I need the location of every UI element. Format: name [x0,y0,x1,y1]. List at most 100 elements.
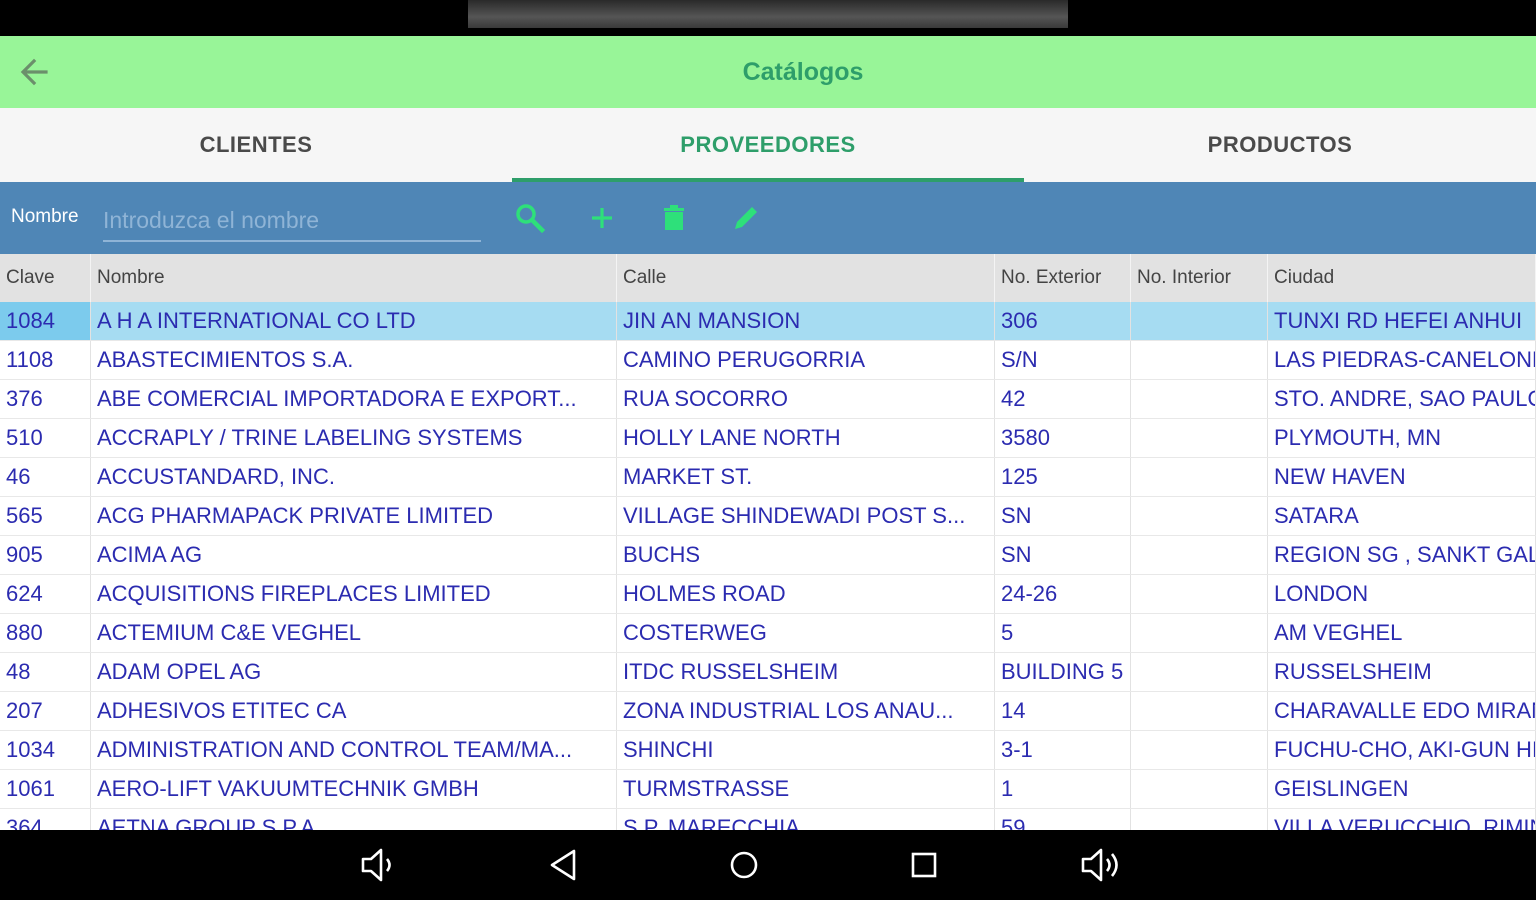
nav-home-button[interactable] [722,845,766,885]
table-row[interactable]: 364 AETNA GROUP S.P.A. S.P. MARECCHIA 59 VIL… [0,809,1536,830]
cell-ciudad: GEISLINGEN [1268,770,1536,808]
cell-calle: COSTERWEG [617,614,995,652]
table-row[interactable]: 1108 ABASTECIMIENTOS S.A. CAMINO PERUGORRI… [0,341,1536,380]
home-circle-icon [730,851,758,879]
add-icon [592,208,612,228]
cell-nombre: A H A INTERNATIONAL CO LTD [91,302,617,340]
column-header-no-interior[interactable]: No. Interior [1131,254,1268,302]
cell-ciudad: REGION SG , SANKT GALLEN [1268,536,1536,574]
delete-button[interactable] [656,200,692,236]
table-row[interactable]: 565 ACG PHARMAPACK PRIVATE LIMITED VILLAGE… [0,497,1536,536]
column-header-nombre[interactable]: Nombre [91,254,617,302]
notification-handle[interactable] [468,0,1068,28]
column-header-clave[interactable]: Clave [0,254,91,302]
cell-ciudad: FUCHU-CHO, AKI-GUN HIROSHIMA [1268,731,1536,769]
search-toolbar: Nombre [0,182,1536,254]
cell-clave: 880 [0,614,91,652]
cell-calle: JIN AN MANSION [617,302,995,340]
cell-clave: 364 [0,809,91,830]
cell-nombre: ABE COMERCIAL IMPORTADORA E EXPORT... [91,380,617,418]
search-input[interactable] [103,200,481,242]
cell-nombre: AERO-LIFT VAKUUMTECHNIK GMBH [91,770,617,808]
cell-calle: CAMINO PERUGORRIA [617,341,995,379]
table-row[interactable]: 880 ACTEMIUM C&E VEGHEL COSTERWEG 5 AM VEGHE… [0,614,1536,653]
table-row[interactable]: 624 ACQUISITIONS FIREPLACES LIMITED HOLMES… [0,575,1536,614]
cell-no-exterior: 42 [995,380,1131,418]
cell-no-interior [1131,653,1268,691]
cell-no-interior [1131,458,1268,496]
table-row[interactable]: 1034 ADMINISTRATION AND CONTROL TEAM/MA..… [0,731,1536,770]
nav-back-button[interactable] [542,845,586,885]
cell-clave: 624 [0,575,91,613]
search-label: Nombre [11,206,79,227]
volume-down-button[interactable] [358,845,402,885]
table-row[interactable]: 46 ACCUSTANDARD, INC. MARKET ST. 125 NEW HAV… [0,458,1536,497]
cell-no-interior [1131,341,1268,379]
cell-no-exterior: 24-26 [995,575,1131,613]
cell-nombre: ACCUSTANDARD, INC. [91,458,617,496]
page-title: Catálogos [742,58,864,86]
cell-calle: RUA SOCORRO [617,380,995,418]
cell-no-exterior: SN [995,536,1131,574]
tab-proveedores[interactable]: PROVEEDORES [512,108,1024,182]
table-row[interactable]: 48 ADAM OPEL AG ITDC RUSSELSHEIM BUILDING 5… [0,653,1536,692]
providers-table: Clave Nombre Calle No. Exterior No. Inte… [0,254,1536,830]
cell-nombre: ADAM OPEL AG [91,653,617,691]
column-header-ciudad[interactable]: Ciudad [1268,254,1536,302]
table-body: 1084 A H A INTERNATIONAL CO LTD JIN AN MAN… [0,302,1536,830]
delete-icon [664,205,684,230]
back-button[interactable] [16,54,56,90]
edit-icon [735,207,757,229]
cell-clave: 1084 [0,302,91,340]
cell-nombre: ACQUISITIONS FIREPLACES LIMITED [91,575,617,613]
volume-up-button[interactable] [1080,845,1124,885]
column-header-calle[interactable]: Calle [617,254,995,302]
column-header-no-exterior[interactable]: No. Exterior [995,254,1131,302]
cell-no-interior [1131,497,1268,535]
table-row[interactable]: 1084 A H A INTERNATIONAL CO LTD JIN AN MAN… [0,302,1536,341]
cell-no-interior [1131,614,1268,652]
cell-no-exterior: BUILDING 5 [995,653,1131,691]
cell-no-exterior: SN [995,497,1131,535]
cell-no-exterior: S/N [995,341,1131,379]
cell-nombre: ACIMA AG [91,536,617,574]
table-row[interactable]: 510 ACCRAPLY / TRINE LABELING SYSTEMS HOLL… [0,419,1536,458]
system-nav-bar [0,830,1536,900]
cell-no-exterior: 3580 [995,419,1131,457]
cell-no-exterior: 59 [995,809,1131,830]
tab-bar: CLIENTES PROVEEDORES PRODUCTOS [0,108,1536,182]
cell-ciudad: CHARAVALLE EDO MIRANDA [1268,692,1536,730]
table-row[interactable]: 1061 AERO-LIFT VAKUUMTECHNIK GMBH TURMSTRA… [0,770,1536,809]
cell-clave: 1108 [0,341,91,379]
cell-clave: 510 [0,419,91,457]
add-button[interactable] [584,200,620,236]
cell-calle: SHINCHI [617,731,995,769]
cell-no-interior [1131,419,1268,457]
cell-no-interior [1131,536,1268,574]
cell-no-interior [1131,380,1268,418]
cell-clave: 565 [0,497,91,535]
cell-nombre: ACTEMIUM C&E VEGHEL [91,614,617,652]
search-button[interactable] [512,200,548,236]
cell-nombre: ACG PHARMAPACK PRIVATE LIMITED [91,497,617,535]
cell-clave: 48 [0,653,91,691]
cell-calle: MARKET ST. [617,458,995,496]
table-row[interactable]: 905ACIMA AGBUCHSSN REGION SG , SANKT GALL… [0,536,1536,575]
cell-no-interior [1131,770,1268,808]
volume-up-icon [1081,848,1118,882]
table-row[interactable]: 207 ADHESIVOS ETITEC CA ZONA INDUSTRIAL LO… [0,692,1536,731]
tab-clientes[interactable]: CLIENTES [0,108,512,182]
tab-productos[interactable]: PRODUCTOS [1024,108,1536,182]
arrow-back-icon [20,58,48,86]
cell-no-interior [1131,731,1268,769]
volume-down-icon [361,848,391,882]
edit-button[interactable] [728,200,764,236]
nav-recents-button[interactable] [902,845,946,885]
cell-ciudad: TUNXI RD HEFEI ANHUI [1268,302,1536,340]
cell-nombre: AETNA GROUP S.P.A. [91,809,617,830]
recents-square-icon [911,852,937,878]
table-row[interactable]: 376 ABE COMERCIAL IMPORTADORA E EXPORT...… [0,380,1536,419]
cell-calle: TURMSTRASSE [617,770,995,808]
cell-calle: ZONA INDUSTRIAL LOS ANAU... [617,692,995,730]
cell-nombre: ACCRAPLY / TRINE LABELING SYSTEMS [91,419,617,457]
